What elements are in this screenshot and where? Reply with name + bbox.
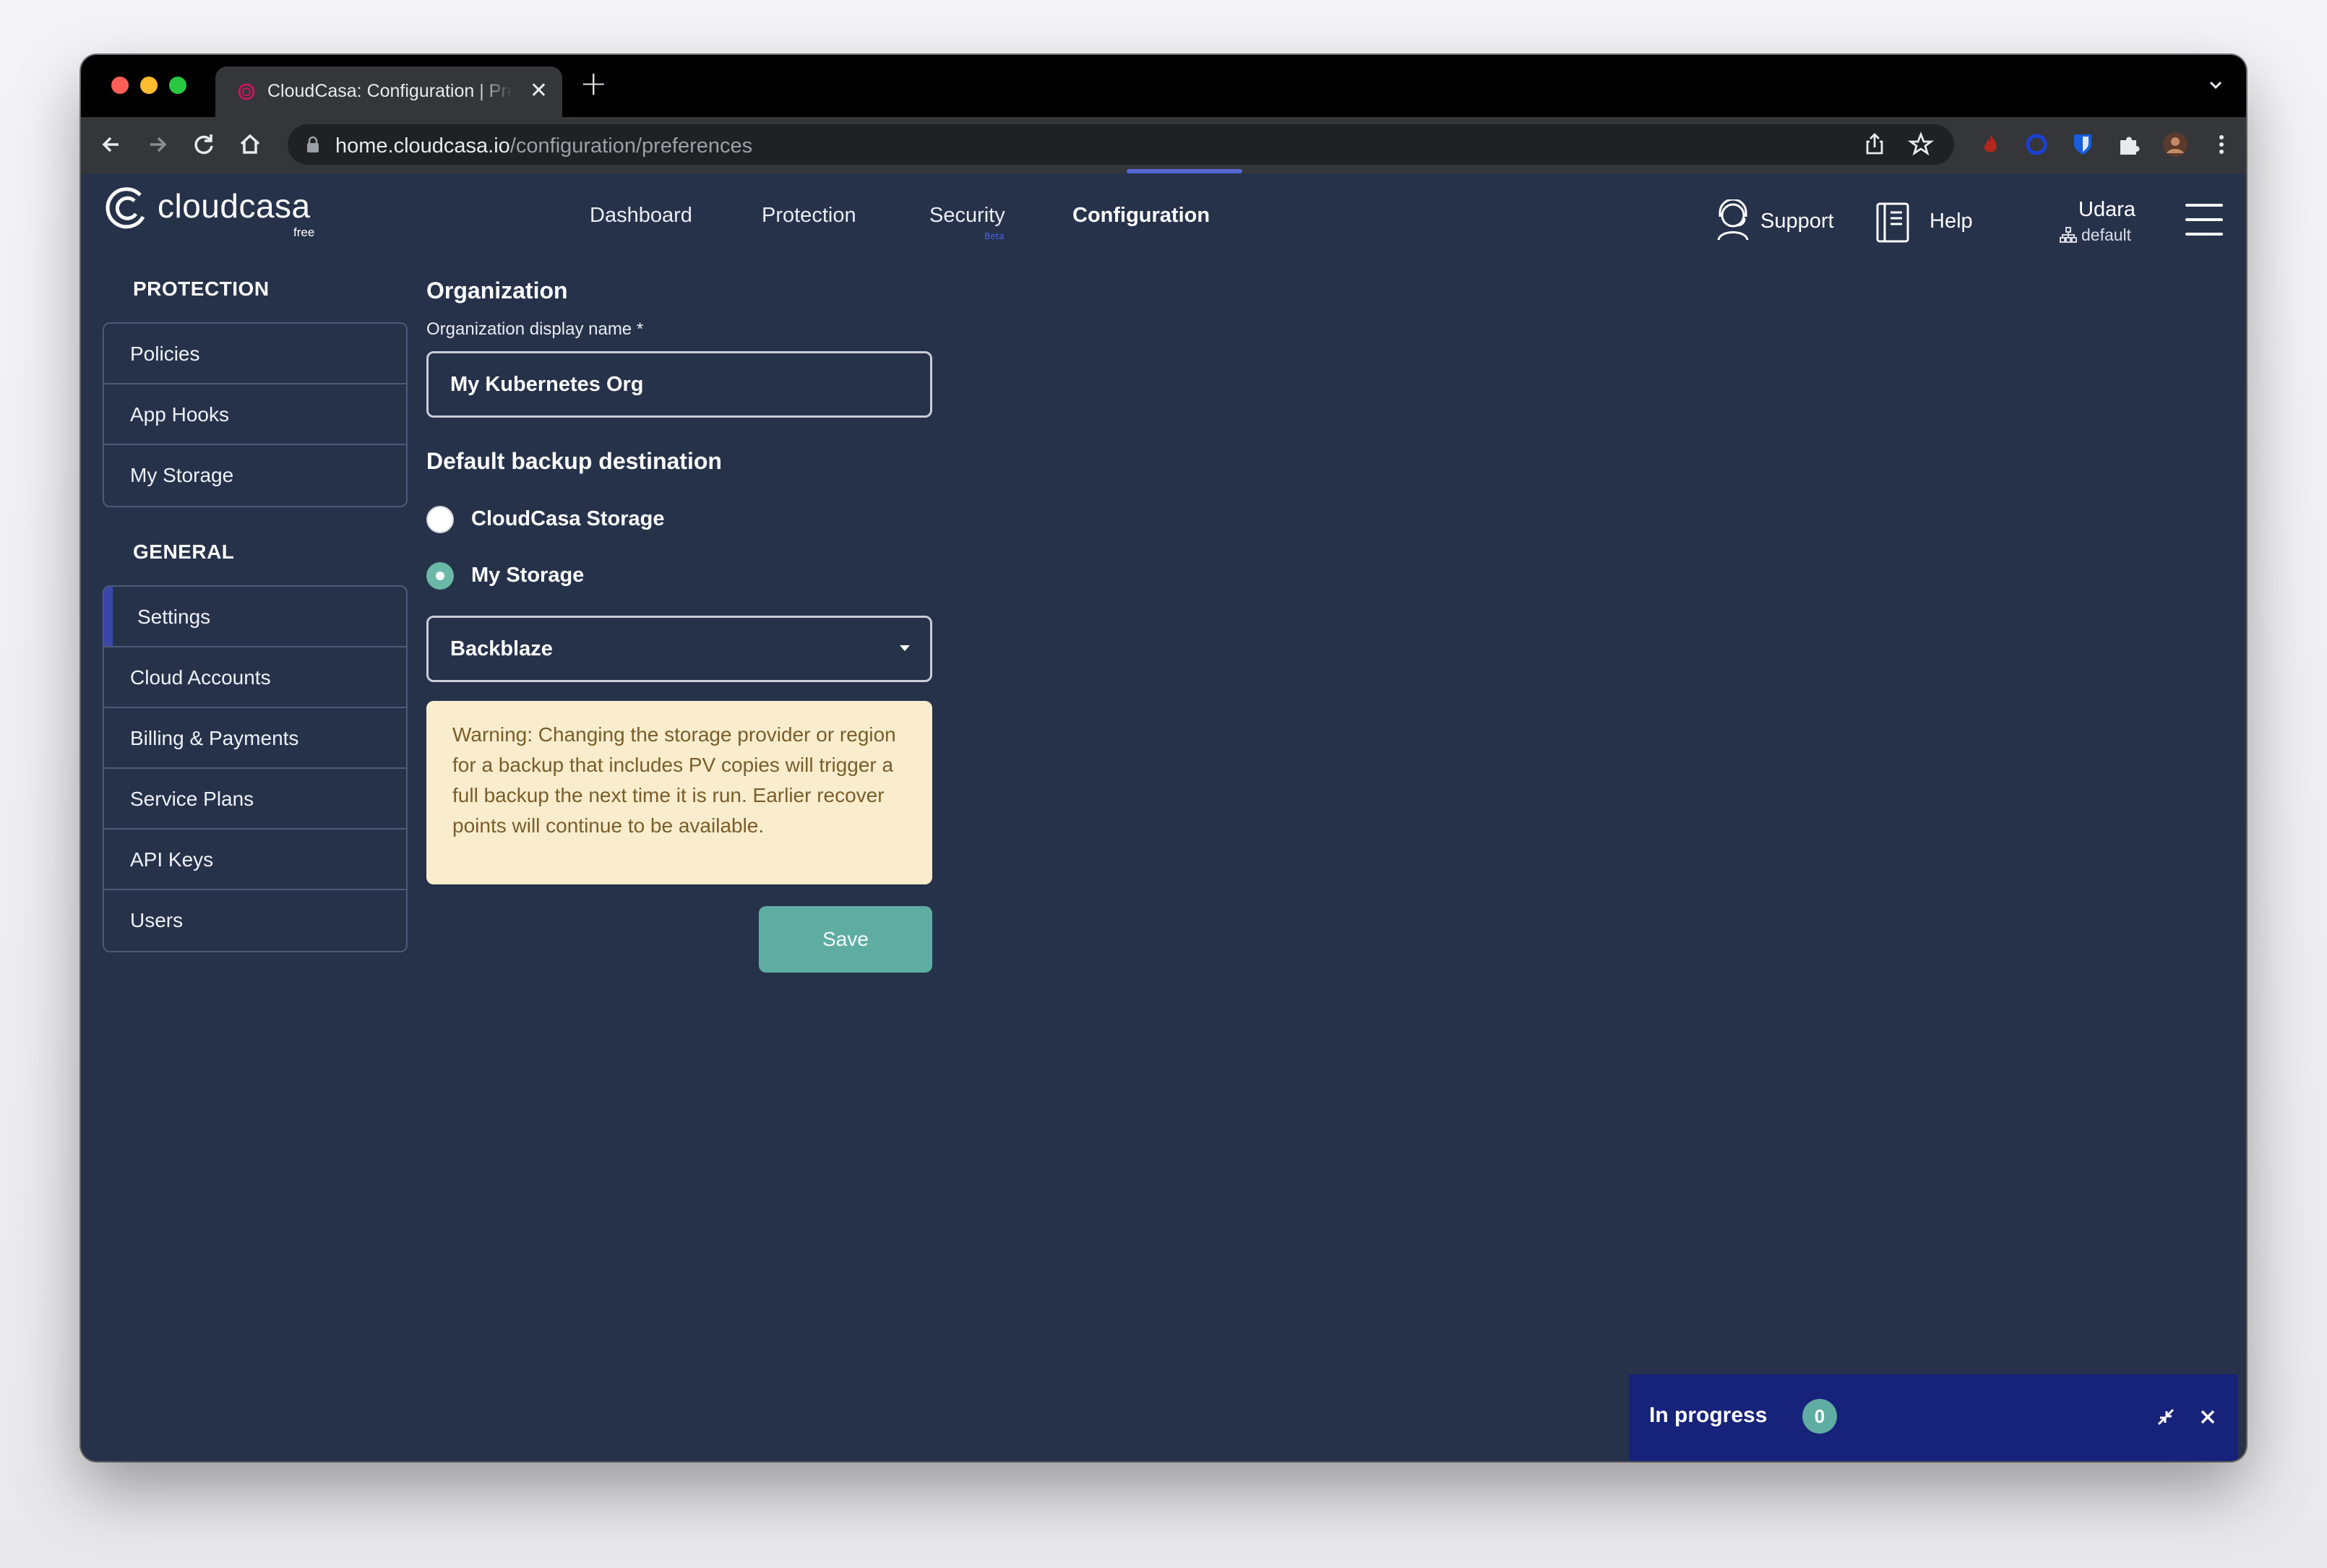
sidebar-item-cloud-accounts[interactable]: Cloud Accounts (104, 647, 406, 708)
support-headset-icon[interactable] (1713, 199, 1753, 244)
plan-label: free (293, 225, 315, 239)
close-panel-icon[interactable] (2197, 1406, 2219, 1428)
help-book-icon[interactable] (1873, 199, 1914, 244)
cloudcasa-favicon-icon (238, 83, 255, 100)
tab-close-icon[interactable]: ✕ (530, 78, 548, 103)
back-arrow-icon[interactable] (97, 130, 126, 159)
hamburger-menu-icon[interactable] (2185, 204, 2223, 236)
browser-window: CloudCasa: Configuration | Preferences ✕… (81, 55, 2246, 1461)
browser-toolbar: home.cloudcasa.io/configuration/preferen… (81, 117, 2246, 173)
sidebar-item-my-storage[interactable]: My Storage (104, 445, 406, 506)
sidebar-item-policies[interactable]: Policies (104, 324, 406, 384)
close-window-button[interactable] (111, 77, 129, 94)
sidebar-item-api-keys[interactable]: API Keys (104, 830, 406, 890)
address-bar[interactable]: home.cloudcasa.io/configuration/preferen… (288, 124, 1954, 165)
sidebar-item-billing-payments[interactable]: Billing & Payments (104, 708, 406, 769)
sidebar-item-service-plans[interactable]: Service Plans (104, 769, 406, 830)
extensions-puzzle-icon[interactable] (2115, 130, 2143, 159)
radio-my-storage-label[interactable]: My Storage (471, 564, 584, 587)
sidebar-item-users[interactable]: Users (104, 890, 406, 951)
backup-destination-heading: Default backup destination (426, 448, 722, 474)
new-tab-button[interactable]: + (580, 64, 608, 103)
home-icon[interactable] (236, 130, 264, 159)
radio-button-checked[interactable] (426, 562, 454, 590)
app-header: cloudcasa free Dashboard Protection Secu… (81, 169, 2246, 260)
in-progress-panel: In progress 0 (1629, 1374, 2237, 1461)
sidebar-group-protection: Policies App Hooks My Storage (103, 322, 408, 507)
sidebar-item-app-hooks[interactable]: App Hooks (104, 384, 406, 445)
org-display-name-input[interactable]: My Kubernetes Org (426, 351, 932, 418)
tab-search-chevron-icon[interactable] (2204, 74, 2227, 97)
org-name-label: Organization display name * (426, 319, 644, 339)
user-org-label: default (2081, 225, 2132, 244)
cloudcasa-logo-icon (106, 187, 145, 229)
sidebar-group-general: Settings Cloud Accounts Billing & Paymen… (103, 585, 408, 952)
browser-tab-active[interactable]: CloudCasa: Configuration | Preferences ✕ (215, 66, 562, 117)
org-tree-icon (2060, 227, 2077, 243)
tab-title: CloudCasa: Configuration | Preferences (267, 81, 513, 101)
nav-dashboard[interactable]: Dashboard (590, 204, 692, 228)
security-beta-badge: Beta (984, 231, 1005, 241)
nav-configuration[interactable]: Configuration (1072, 204, 1210, 228)
radio-button-unchecked[interactable] (426, 506, 454, 533)
minimize-window-button[interactable] (140, 77, 158, 94)
organization-heading: Organization (426, 277, 568, 303)
minimize-panel-icon[interactable] (2155, 1406, 2177, 1428)
zoom-window-button[interactable] (169, 77, 186, 94)
sidebar-item-settings[interactable]: Settings (104, 587, 406, 647)
storage-select[interactable]: Backblaze (426, 616, 932, 682)
active-nav-indicator (1127, 169, 1242, 173)
sidebar-heading-protection: PROTECTION (133, 277, 270, 300)
profile-avatar[interactable] (2161, 130, 2190, 159)
bookmark-star-icon[interactable] (1906, 130, 1935, 159)
url-path: /configuration/preferences (509, 134, 753, 158)
extension-flame-icon[interactable] (1976, 130, 2005, 159)
url-text: home.cloudcasa.io/configuration/preferen… (335, 134, 752, 158)
tab-strip: CloudCasa: Configuration | Preferences ✕… (81, 55, 2246, 117)
user-name[interactable]: Udara (2078, 198, 2135, 222)
support-link[interactable]: Support (1760, 210, 1834, 233)
in-progress-title: In progress (1649, 1403, 1768, 1427)
forward-arrow-icon[interactable] (143, 130, 172, 159)
password-manager-shield-icon[interactable] (2068, 130, 2097, 159)
sidebar-heading-general: GENERAL (133, 540, 235, 563)
caret-down-icon (900, 645, 910, 651)
radio-cloudcasa-storage-label[interactable]: CloudCasa Storage (471, 507, 665, 531)
nav-protection[interactable]: Protection (762, 204, 856, 228)
user-org[interactable]: default (2060, 225, 2131, 245)
cloudcasa-logo[interactable]: cloudcasa free (106, 184, 322, 241)
logo-text: cloudcasa (158, 187, 311, 225)
storage-select-value: Backblaze (450, 637, 553, 660)
storage-change-warning: Warning: Changing the storage provider o… (426, 701, 932, 884)
extension-ring-icon[interactable] (2022, 130, 2051, 159)
url-host: home.cloudcasa.io (335, 134, 510, 158)
in-progress-count-badge: 0 (1802, 1399, 1837, 1434)
reload-icon[interactable] (189, 130, 218, 159)
browser-menu-icon[interactable] (2207, 130, 2236, 159)
lock-icon (307, 136, 319, 152)
share-icon[interactable] (1860, 130, 1889, 159)
save-button[interactable]: Save (759, 906, 932, 973)
nav-security[interactable]: Security (929, 204, 1005, 228)
help-link[interactable]: Help (1930, 210, 1973, 233)
